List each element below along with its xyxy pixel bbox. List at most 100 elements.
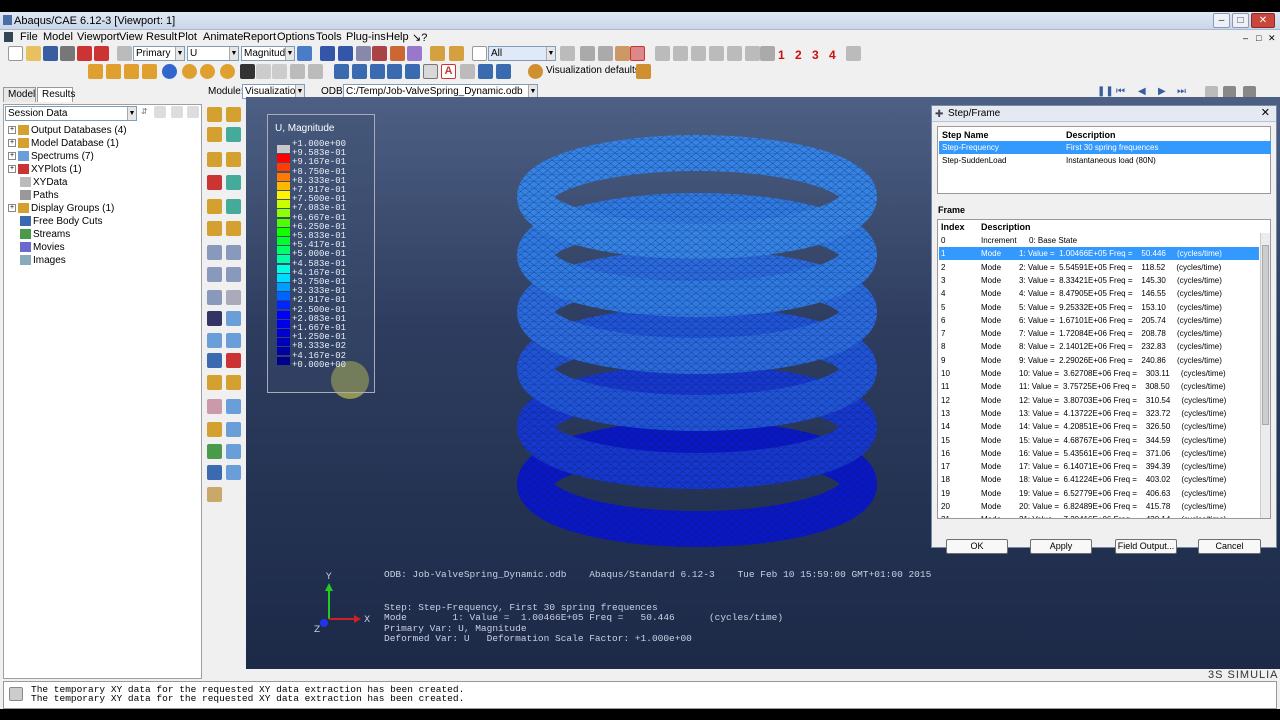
tree-model-database[interactable]: + Model Database (1) [8,138,119,150]
cancel-button[interactable]: Cancel [1198,539,1261,554]
menu-view[interactable]: View [119,31,143,43]
frame-row[interactable]: 0 Increment 0: Base State [939,234,1259,247]
view-cut-icon[interactable] [207,422,222,437]
common-options-icon[interactable] [207,199,222,214]
plot-contours-deformed-icon[interactable] [226,127,241,142]
select-arrow-icon[interactable] [472,46,487,61]
path-create-icon[interactable] [207,353,222,368]
save-icon[interactable] [43,46,58,61]
tree-collapse-icon[interactable] [187,106,199,118]
render-wireframe-icon[interactable] [88,64,103,79]
tree-sort-icon[interactable]: ⇵ [141,107,148,116]
symbol-options-icon[interactable] [226,221,241,236]
animation-options-icon[interactable] [226,267,241,282]
app-menu-icon[interactable] [4,32,13,42]
tree-images[interactable]: Images [20,255,66,267]
menu-help[interactable]: Help [386,31,409,43]
view-cut-manager-icon[interactable] [226,422,241,437]
selection-options-icon[interactable] [560,46,575,61]
previous-frame-icon[interactable]: ◀ [1138,86,1146,97]
mdi-close-button[interactable]: ✕ [1268,33,1276,44]
animate-scale-icon[interactable] [207,245,222,260]
record-icon[interactable] [77,46,92,61]
frame-row[interactable]: 5 Mode 5: Value = 9.25332E+05 Freq = 153.1… [939,301,1259,314]
session-data-select[interactable]: Session Data ▼ [5,106,137,121]
menu-file[interactable]: File [20,31,38,43]
select-elements-icon[interactable] [598,46,613,61]
frame-row[interactable]: 18 Mode 18: Value = 6.41224E+06 Freq = 403… [939,473,1259,486]
overlay-icon[interactable] [226,175,241,190]
grid-icon[interactable] [308,64,323,79]
layout-2-icon[interactable] [352,64,367,79]
display-group-create-icon[interactable] [207,375,222,390]
highlight-icon[interactable] [615,46,630,61]
frame-row[interactable]: 17 Mode 17: Value = 6.14071E+06 Freq = 394… [939,460,1259,473]
menu-report[interactable]: Report [243,31,276,43]
free-body-create-icon[interactable] [207,399,222,414]
create-xy-data-icon[interactable] [207,290,222,305]
path-plot-icon[interactable] [226,353,241,368]
tab-results[interactable]: Results [37,87,75,102]
primary-select[interactable]: Primary ▼ [133,46,185,61]
frame-row[interactable]: 14 Mode 14: Value = 4.20851E+06 Freq = 326… [939,420,1259,433]
query-icon[interactable] [430,46,445,61]
viewport-3-button[interactable]: 3 [812,48,819,62]
expand-icon[interactable]: + [8,152,16,161]
tree-movies[interactable]: Movies [20,242,65,254]
xy-data-manager-icon[interactable] [226,290,241,305]
tree-xyplots[interactable]: + XYPlots (1) [8,164,82,176]
zoom-box-icon[interactable] [372,46,387,61]
context-help-icon[interactable]: ↘? [412,31,427,44]
frame-row[interactable]: 4 Mode 4: Value = 8.47905E+05 Freq = 146.5… [939,287,1259,300]
query-tool-icon[interactable] [207,465,222,480]
plot-contours-undeformed-icon[interactable] [207,127,222,142]
menu-viewport[interactable]: Viewport [77,31,120,43]
stream-create-icon[interactable] [207,444,222,459]
pause-icon[interactable]: ❚❚ [1097,86,1114,97]
layout-6-icon[interactable] [496,64,511,79]
frame-row[interactable]: 8 Mode 8: Value = 2.14012E+06 Freq = 232.8… [939,340,1259,353]
query-arrow-icon[interactable] [240,64,255,79]
view-iso-icon[interactable] [745,46,760,61]
stop-record-icon[interactable] [94,46,109,61]
tab-model[interactable]: Model [3,87,36,102]
visualization-defaults-icon[interactable] [528,64,543,79]
first-frame-icon[interactable]: ⏮ [1116,86,1125,97]
plot-deformed-icon[interactable] [226,107,241,122]
view-xy-icon[interactable] [655,46,670,61]
auto-fit-icon[interactable] [390,46,405,61]
tree-free-body-cuts[interactable]: Free Body Cuts [20,216,102,228]
filter-select[interactable]: All ▼ [488,46,556,61]
ok-button[interactable]: OK [946,539,1008,554]
annotation-arrow-icon[interactable] [423,64,438,79]
menu-tools[interactable]: Tools [316,31,342,43]
animate-harmonic-icon[interactable] [207,267,222,282]
frame-scrollbar[interactable] [1260,233,1270,518]
menu-options[interactable]: Options [277,31,315,43]
camera-icon[interactable] [405,64,420,79]
layout-3-icon[interactable] [370,64,385,79]
maximize-button[interactable]: □ [1232,13,1249,28]
open-icon[interactable] [26,46,41,61]
sphere-2-icon[interactable] [200,64,215,79]
select-nodes-icon[interactable] [580,46,595,61]
view-front-icon[interactable] [709,46,724,61]
variable-select[interactable]: U ▼ [187,46,239,61]
frame-row[interactable]: 19 Mode 19: Value = 6.52779E+06 Freq = 406… [939,487,1259,500]
invariant-select[interactable]: Magnitude ▼ [241,46,295,61]
menu-model[interactable]: Model [43,31,73,43]
allow-multiple-plots-icon[interactable] [207,175,222,190]
tree-spectrums[interactable]: + Spectrums (7) [8,151,94,163]
frame-row[interactable]: 13 Mode 13: Value = 4.13722E+06 Freq = 323… [939,407,1259,420]
frame-row[interactable]: 9 Mode 9: Value = 2.29026E+06 Freq = 240.8… [939,354,1259,367]
replace-icon[interactable] [449,46,464,61]
mdi-maximize-button[interactable]: □ [1256,33,1261,43]
frame-row[interactable]: 2 Mode 2: Value = 5.54591E+05 Freq = 118.5… [939,261,1259,274]
frame-row[interactable]: 15 Mode 15: Value = 4.68767E+06 Freq = 344… [939,434,1259,447]
tree-expand-icon[interactable] [171,106,183,118]
frame-row[interactable]: 12 Mode 12: Value = 3.80703E+06 Freq = 310… [939,394,1259,407]
redo-icon[interactable] [272,64,287,79]
message-area-icon[interactable] [9,687,23,701]
cycle-views-icon[interactable] [407,46,422,61]
close-button[interactable]: ✕ [1251,13,1275,28]
